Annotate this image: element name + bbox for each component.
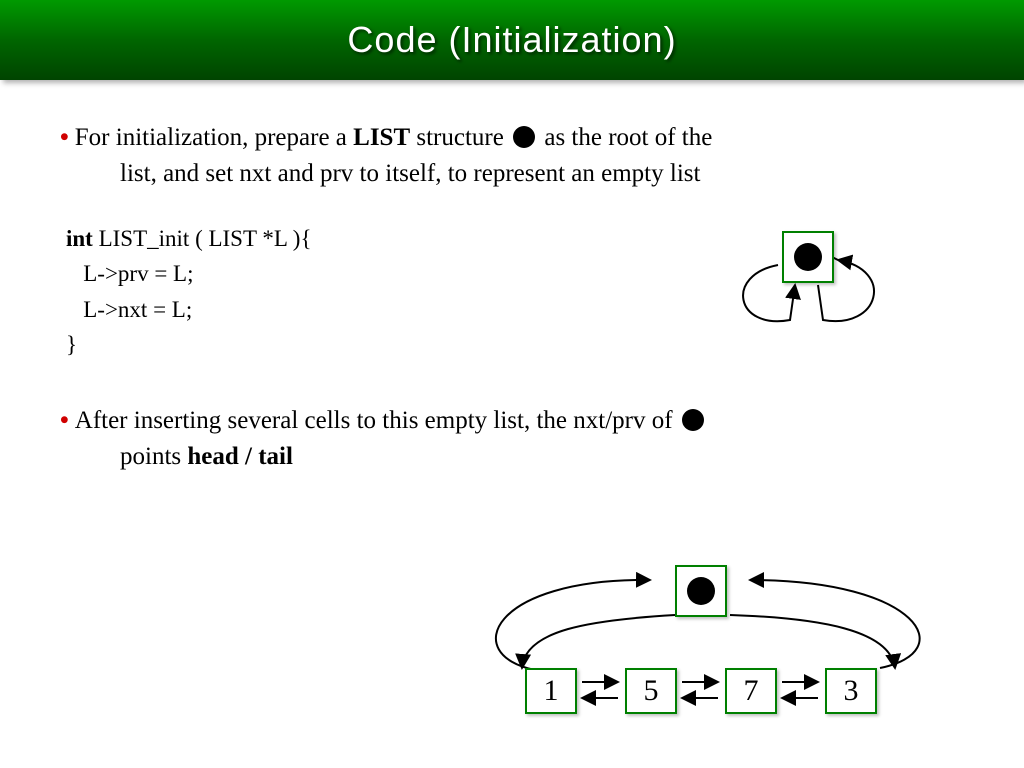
- list-cell-value: 7: [744, 674, 759, 708]
- slide-title: Code (Initialization): [347, 19, 676, 61]
- slide-header: Code (Initialization): [0, 0, 1024, 80]
- bullet-2-bold: head / tail: [187, 443, 293, 470]
- bullet-2: •After inserting several cells to this e…: [60, 403, 964, 476]
- list-cell-value: 1: [544, 674, 559, 708]
- root-dot-icon: [682, 409, 704, 431]
- bullet-1-text-b: structure: [410, 124, 510, 151]
- list-cell: 3: [825, 668, 877, 714]
- bullet-marker-icon: •: [60, 407, 69, 434]
- list-cell: 7: [725, 668, 777, 714]
- diagram-empty-list: [720, 225, 900, 345]
- bullet-1-bold: LIST: [353, 124, 410, 151]
- root-dot-icon: [513, 126, 535, 148]
- bullet-1-text-a: For initialization, prepare a: [75, 124, 353, 151]
- bullet-1-line2: list, and set nxt and prv to itself, to …: [60, 156, 964, 192]
- list-cell: 1: [525, 668, 577, 714]
- bullet-1: •For initialization, prepare a LIST stru…: [60, 120, 964, 193]
- diagram-filled-list: 1 5 7 3: [450, 560, 970, 740]
- root-node-dot-icon: [687, 577, 715, 605]
- list-cell: 5: [625, 668, 677, 714]
- bullet-1-text-c: as the root of the: [538, 124, 712, 151]
- root-node-dot-icon: [794, 243, 822, 271]
- code-sig-rest: LIST_init ( LIST *L ){: [93, 226, 312, 251]
- bullet-marker-icon: •: [60, 124, 69, 151]
- list-cell-value: 3: [844, 674, 859, 708]
- bullet-2-line2-a: points: [120, 443, 187, 470]
- root-node: [675, 565, 727, 617]
- root-node: [782, 231, 834, 283]
- list-cell-value: 5: [644, 674, 659, 708]
- bullet-2-text-a: After inserting several cells to this em…: [75, 407, 679, 434]
- code-kw: int: [66, 226, 93, 251]
- bullet-2-line2: points head / tail: [60, 439, 964, 475]
